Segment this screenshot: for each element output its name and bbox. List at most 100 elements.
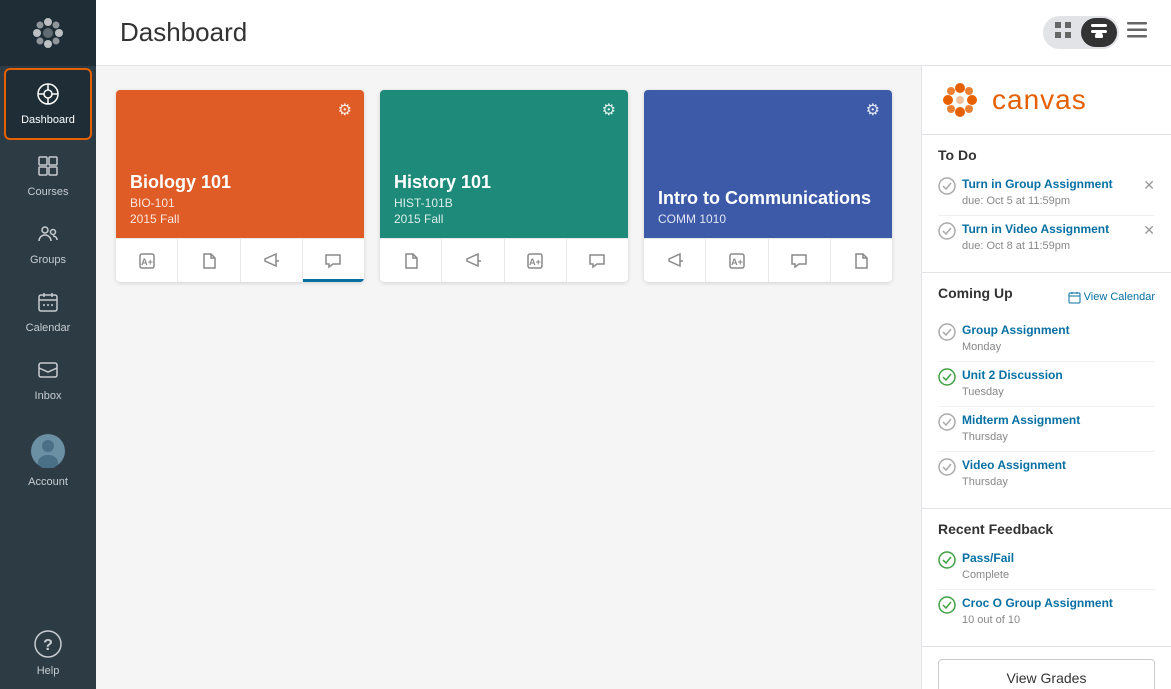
feedback-check-2 xyxy=(938,596,956,614)
sidebar-item-dashboard[interactable]: Dashboard xyxy=(4,68,92,140)
sidebar-item-inbox[interactable]: Inbox xyxy=(0,346,96,414)
card-discussions-btn-hist101[interactable] xyxy=(567,239,628,282)
feedback-item-2-link[interactable]: Croc O Group Assignment xyxy=(962,596,1155,610)
help-icon: ? xyxy=(34,630,62,661)
coming-up-check-4 xyxy=(938,458,956,476)
sidebar-item-calendar-label: Calendar xyxy=(26,322,71,334)
todo-item-2: Turn in Video Assignment due: Oct 8 at 1… xyxy=(938,216,1155,260)
card-header-comm1010: ⚙ Intro to Communications COMM 1010 xyxy=(644,90,892,238)
sidebar-item-courses[interactable]: Courses xyxy=(0,142,96,210)
card-discussions-btn-comm1010[interactable] xyxy=(769,239,831,282)
feedback-item-1-link[interactable]: Pass/Fail xyxy=(962,551,1155,565)
card-gear-hist101[interactable]: ⚙ xyxy=(602,100,616,120)
coming-up-item-3-link[interactable]: Midterm Assignment xyxy=(962,413,1155,427)
grid-view-button[interactable] xyxy=(1045,18,1081,47)
feedback-item-1: Pass/Fail Complete xyxy=(938,545,1155,590)
svg-text:A+: A+ xyxy=(529,257,541,267)
view-toggle[interactable] xyxy=(1043,16,1119,49)
todo-check-icon-1 xyxy=(938,177,956,195)
coming-up-item-3-when: Thursday xyxy=(962,431,1008,443)
card-gear-bio101[interactable]: ⚙ xyxy=(338,100,352,120)
course-card-bio101[interactable]: ⚙ Biology 101 BIO-101 2015 Fall A+ xyxy=(116,90,364,282)
coming-up-check-1 xyxy=(938,323,956,341)
todo-item-1-content: Turn in Group Assignment due: Oct 5 at 1… xyxy=(962,177,1137,209)
card-term-hist101: 2015 Fall xyxy=(394,212,614,226)
card-code-comm1010: COMM 1010 xyxy=(658,212,878,226)
coming-up-item-3: Midterm Assignment Thursday xyxy=(938,407,1155,452)
card-files-btn-comm1010[interactable] xyxy=(831,239,892,282)
card-header-hist101: ⚙ History 101 HIST-101B 2015 Fall xyxy=(380,90,628,238)
coming-up-item-4-content: Video Assignment Thursday xyxy=(962,458,1155,490)
coming-up-item-4: Video Assignment Thursday xyxy=(938,452,1155,496)
sidebar-item-account[interactable]: Account xyxy=(0,422,96,500)
header-controls xyxy=(1043,16,1147,49)
todo-item-2-content: Turn in Video Assignment due: Oct 8 at 1… xyxy=(962,222,1137,254)
sidebar-item-help[interactable]: ? Help xyxy=(0,618,96,689)
card-grades-btn-bio101[interactable]: A+ xyxy=(116,239,178,282)
view-grades-button[interactable]: View Grades xyxy=(938,659,1155,689)
svg-text:A+: A+ xyxy=(731,257,743,267)
todo-item-1-close[interactable]: ✕ xyxy=(1143,177,1155,194)
card-files-btn-bio101[interactable] xyxy=(178,239,240,282)
courses-area: ⚙ Biology 101 BIO-101 2015 Fall A+ xyxy=(96,66,921,689)
view-calendar-label: View Calendar xyxy=(1084,291,1155,303)
calendar-small-icon xyxy=(1068,291,1081,304)
sidebar-help-label: Help xyxy=(37,665,60,677)
account-avatar xyxy=(31,434,65,472)
coming-up-check-3 xyxy=(938,413,956,431)
body-area: ⚙ Biology 101 BIO-101 2015 Fall A+ xyxy=(96,66,1171,689)
coming-up-item-2-link[interactable]: Unit 2 Discussion xyxy=(962,368,1155,382)
coming-up-title: Coming Up xyxy=(938,285,1013,301)
sidebar-item-account-label: Account xyxy=(28,476,68,488)
todo-item-2-due: due: Oct 8 at 11:59pm xyxy=(962,240,1070,252)
card-header-bio101: ⚙ Biology 101 BIO-101 2015 Fall xyxy=(116,90,364,238)
menu-icon[interactable] xyxy=(1127,22,1147,43)
card-announcements-btn-bio101[interactable] xyxy=(241,239,303,282)
logo-icon xyxy=(28,13,68,53)
coming-up-item-1-when: Monday xyxy=(962,341,1001,353)
sidebar-item-calendar[interactable]: Calendar xyxy=(0,278,96,346)
page-title: Dashboard xyxy=(120,17,247,48)
course-card-comm1010[interactable]: ⚙ Intro to Communications COMM 1010 A+ xyxy=(644,90,892,282)
coming-up-item-2-content: Unit 2 Discussion Tuesday xyxy=(962,368,1155,400)
sidebar-logo xyxy=(0,0,96,66)
sidebar-item-inbox-label: Inbox xyxy=(35,390,62,402)
svg-text:?: ? xyxy=(43,637,53,654)
feedback-item-2-detail: 10 out of 10 xyxy=(962,614,1020,626)
coming-up-item-1-content: Group Assignment Monday xyxy=(962,323,1155,355)
sidebar: Dashboard Courses Groups xyxy=(0,0,96,689)
recent-feedback-title: Recent Feedback xyxy=(938,521,1155,537)
groups-icon xyxy=(36,222,60,250)
card-gear-comm1010[interactable]: ⚙ xyxy=(866,100,880,120)
view-calendar-link[interactable]: View Calendar xyxy=(1068,291,1155,304)
coming-up-item-4-link[interactable]: Video Assignment xyxy=(962,458,1155,472)
card-discussions-btn-bio101[interactable] xyxy=(303,239,364,282)
todo-item-1-due: due: Oct 5 at 11:59pm xyxy=(962,195,1070,207)
todo-item-2-close[interactable]: ✕ xyxy=(1143,222,1155,239)
card-announcements-btn-hist101[interactable] xyxy=(442,239,504,282)
todo-item-1: Turn in Group Assignment due: Oct 5 at 1… xyxy=(938,171,1155,216)
coming-up-item-2: Unit 2 Discussion Tuesday xyxy=(938,362,1155,407)
card-code-bio101: BIO-101 xyxy=(130,196,350,210)
page-header: Dashboard xyxy=(96,0,1171,66)
inbox-icon xyxy=(36,358,60,386)
card-grades-btn-hist101[interactable]: A+ xyxy=(505,239,567,282)
todo-item-1-link[interactable]: Turn in Group Assignment xyxy=(962,177,1137,191)
card-grades-btn-comm1010[interactable]: A+ xyxy=(706,239,768,282)
card-announcements-btn-comm1010[interactable] xyxy=(644,239,706,282)
feedback-item-1-detail: Complete xyxy=(962,569,1009,581)
recent-feedback-section: Recent Feedback Pass/Fail Complete xyxy=(922,509,1171,647)
list-view-button[interactable] xyxy=(1081,18,1117,47)
calendar-icon xyxy=(36,290,60,318)
main-content: Dashboard xyxy=(96,0,1171,689)
coming-up-item-1-link[interactable]: Group Assignment xyxy=(962,323,1155,337)
course-card-hist101[interactable]: ⚙ History 101 HIST-101B 2015 Fall xyxy=(380,90,628,282)
dashboard-icon xyxy=(36,82,60,110)
feedback-check-1 xyxy=(938,551,956,569)
todo-item-2-link[interactable]: Turn in Video Assignment xyxy=(962,222,1137,236)
card-footer-hist101: A+ xyxy=(380,238,628,282)
card-files-btn-hist101[interactable] xyxy=(380,239,442,282)
coming-up-item-2-when: Tuesday xyxy=(962,386,1004,398)
feedback-item-2: Croc O Group Assignment 10 out of 10 xyxy=(938,590,1155,634)
sidebar-item-groups[interactable]: Groups xyxy=(0,210,96,278)
